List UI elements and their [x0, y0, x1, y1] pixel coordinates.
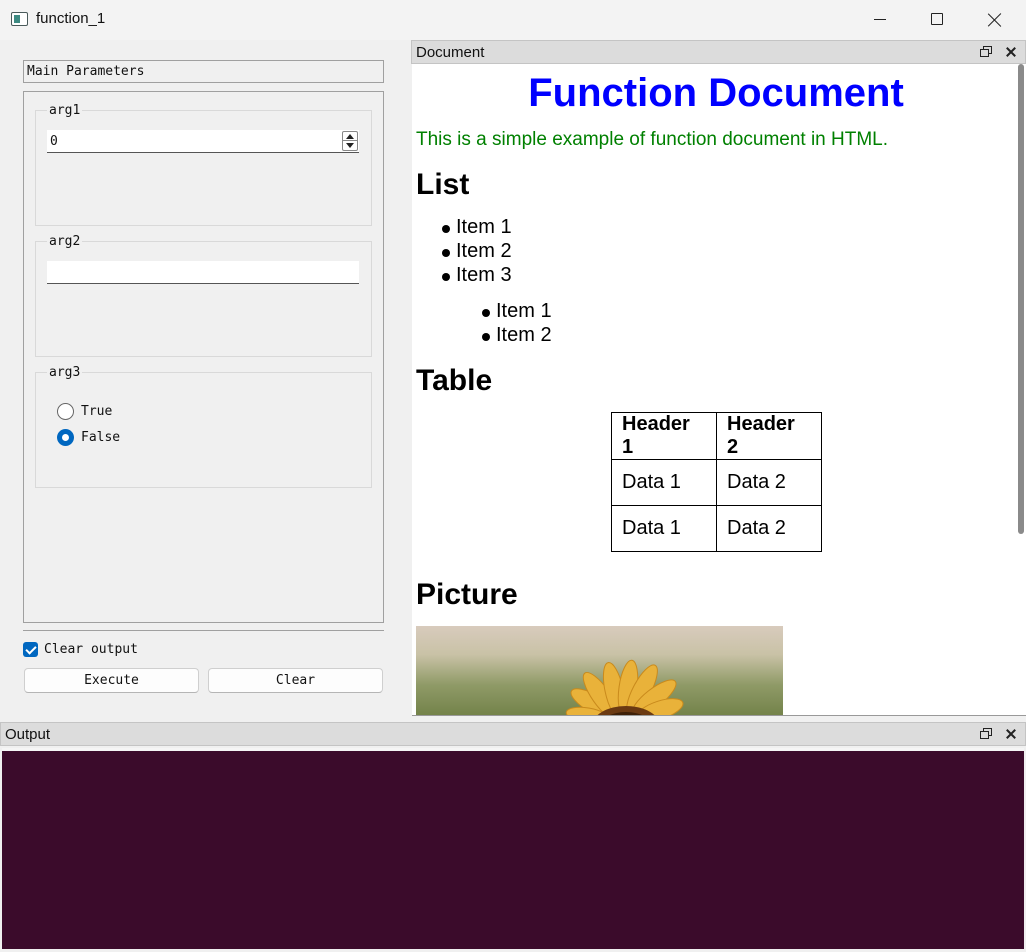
main-parameters-header[interactable]: Main Parameters	[23, 60, 384, 83]
document-dock-titlebar[interactable]: Document	[411, 40, 1026, 64]
output-dock-title: Output	[5, 726, 51, 743]
float-icon[interactable]	[980, 728, 992, 739]
close-icon[interactable]	[1006, 47, 1016, 57]
document-intro: This is a simple example of function doc…	[416, 129, 889, 150]
table-header: Header 1	[611, 412, 717, 460]
output-console[interactable]	[2, 748, 1024, 949]
arg1-spinbox[interactable]: 0	[47, 130, 359, 153]
sunflower-graphic	[565, 659, 684, 715]
document-dock-title: Document	[416, 44, 485, 61]
arg2-group	[35, 241, 372, 357]
radio-circle	[57, 403, 74, 420]
checkbox-check-icon	[23, 642, 38, 657]
main-parameters-label: Main Parameters	[27, 64, 145, 79]
clear-button[interactable]: Clear	[208, 668, 383, 693]
clear-output-label: Clear output	[44, 642, 138, 657]
minimize-icon	[874, 19, 886, 20]
list-item: Item 3	[442, 264, 512, 286]
document-heading: Function Document	[528, 71, 904, 115]
panel-separator	[23, 630, 384, 631]
arg1-title: arg1	[47, 103, 83, 118]
arg2-title: arg2	[47, 234, 83, 249]
list-item: Item 1	[442, 216, 512, 238]
table-header: Header 2	[716, 412, 822, 460]
output-dock-titlebar[interactable]: Output	[0, 722, 1026, 746]
document-view[interactable]: Function Document This is a simple examp…	[412, 64, 1026, 716]
float-icon[interactable]	[980, 46, 992, 57]
table-row: Data 1 Data 2	[611, 505, 822, 552]
maximize-icon	[931, 13, 943, 25]
list-heading: List	[416, 168, 470, 201]
picture-heading: Picture	[416, 578, 518, 611]
sub-list-item: Item 2	[482, 324, 552, 346]
table-header-row: Header 1 Header 2	[611, 412, 822, 460]
arg1-value: 0	[50, 134, 58, 149]
title-bar: function_1	[0, 0, 1026, 40]
radio-label: True	[81, 404, 113, 419]
execute-button[interactable]: Execute	[24, 668, 199, 693]
arg1-group	[35, 110, 372, 226]
radio-label: False	[81, 430, 121, 445]
arg2-input[interactable]	[47, 261, 359, 284]
sub-list-item: Item 1	[482, 300, 552, 322]
table-cell: Data 1	[611, 505, 717, 552]
spin-buttons	[342, 131, 358, 151]
window-title: function_1	[36, 10, 106, 27]
spin-up-button[interactable]	[343, 132, 357, 141]
table-heading: Table	[416, 364, 493, 397]
table-cell: Data 2	[716, 505, 822, 552]
document-scrollbar[interactable]	[1018, 64, 1024, 534]
app-icon	[11, 12, 28, 26]
close-icon	[987, 12, 1003, 28]
close-button[interactable]	[966, 0, 1024, 40]
table-cell: Data 2	[716, 459, 822, 506]
document-table: Header 1 Header 2 Data 1 Data 2 Data 1 D…	[611, 412, 822, 552]
close-icon[interactable]	[1006, 729, 1016, 739]
radio-circle	[57, 429, 74, 446]
table-cell: Data 1	[611, 459, 717, 506]
maximize-button[interactable]	[908, 0, 966, 40]
table-row: Data 1 Data 2	[611, 459, 822, 506]
spin-down-button[interactable]	[343, 141, 357, 150]
minimize-button[interactable]	[851, 0, 909, 40]
list-item: Item 2	[442, 240, 512, 262]
arg3-title: arg3	[47, 365, 83, 380]
sunflower-image	[416, 626, 783, 715]
